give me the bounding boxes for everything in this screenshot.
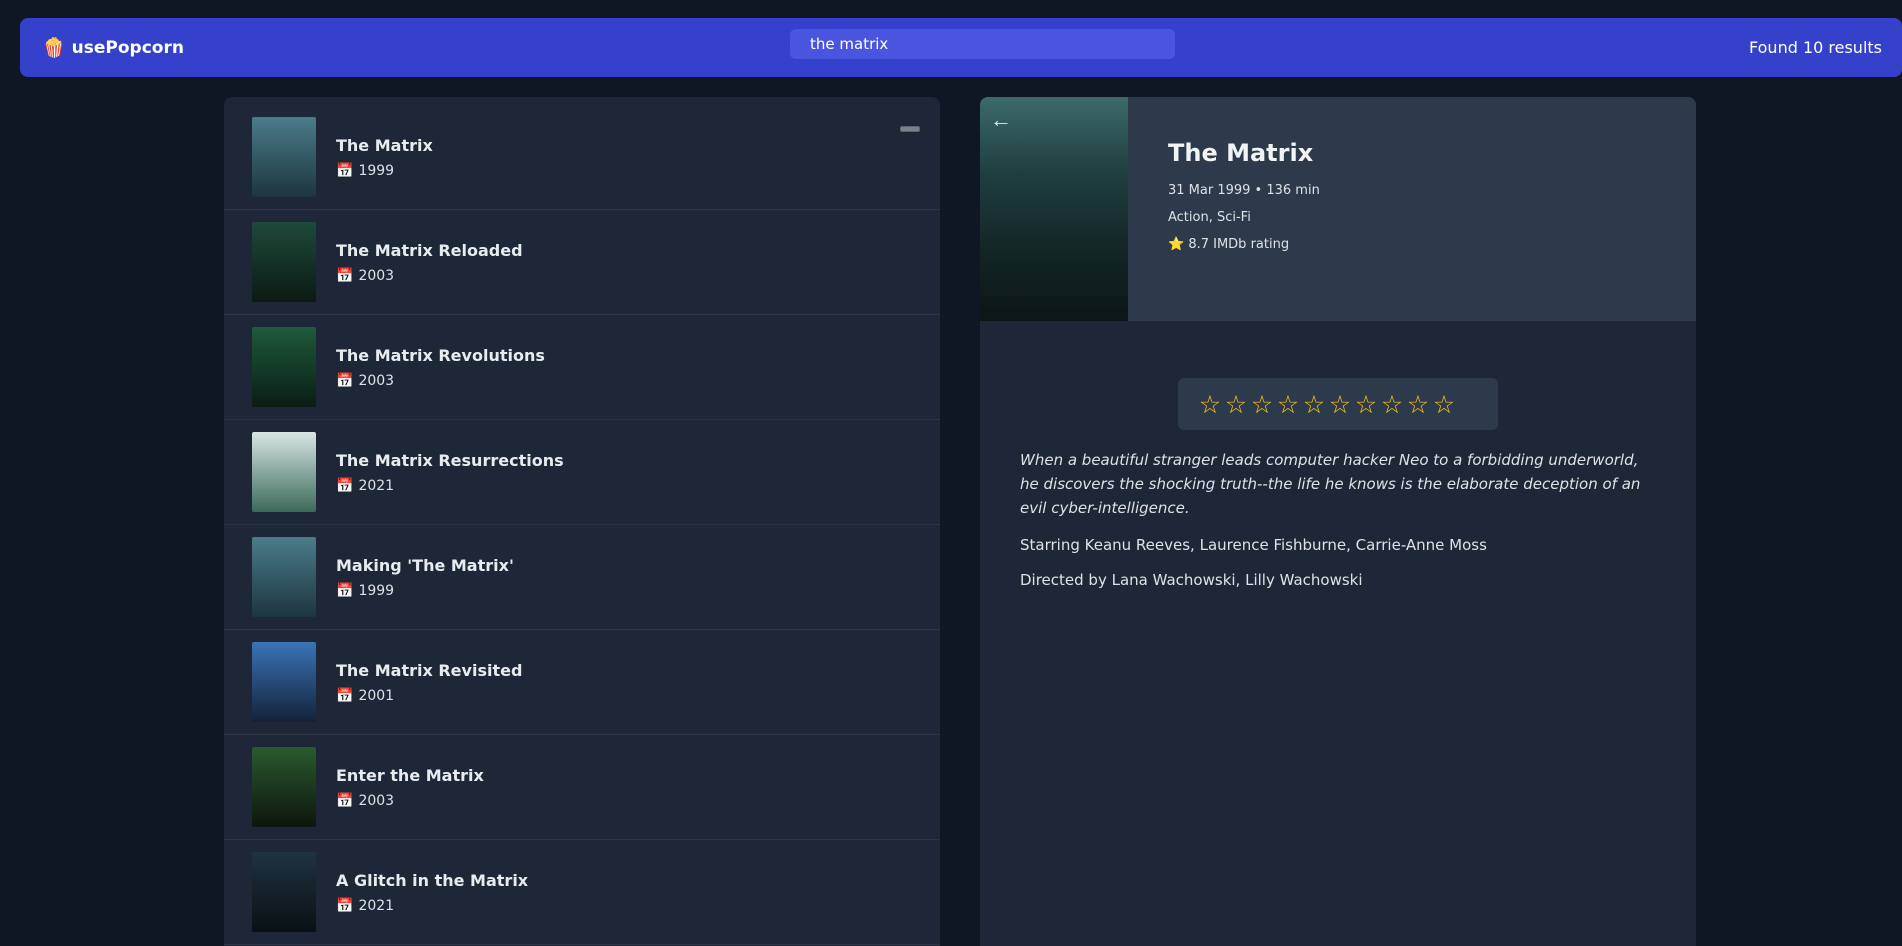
movie-year: 📅 2003 <box>336 268 523 284</box>
calendar-icon: 📅 <box>336 477 354 494</box>
star-icon[interactable]: ☆ <box>1224 392 1248 417</box>
star-icon[interactable]: ☆ <box>1276 392 1300 417</box>
details-overview: The Matrix 31 Mar 1999 • 136 min Action,… <box>1128 97 1320 321</box>
year-text: 1999 <box>358 162 395 179</box>
movie-list-item[interactable]: Making 'The Matrix' 📅 1999 <box>224 525 940 630</box>
movie-list: The Matrix 📅 1999 The Matrix Reloaded 📅 2003 T… <box>224 105 940 945</box>
movie-info: The Matrix Resurrections 📅 2021 <box>336 451 564 494</box>
navbar: 🍿 usePopcorn Found 10 results <box>20 18 1902 77</box>
movie-title: The Matrix Reloaded <box>336 240 523 260</box>
details-header: ← The Matrix 31 Mar 1999 • 136 min Actio… <box>980 97 1696 321</box>
calendar-icon: 📅 <box>336 372 354 389</box>
back-arrow-icon[interactable]: ← <box>990 107 1012 133</box>
movie-title: A Glitch in the Matrix <box>336 870 529 890</box>
star-icon[interactable]: ☆ <box>1432 392 1456 417</box>
search-input[interactable] <box>790 29 1175 59</box>
year-text: 2003 <box>358 267 395 284</box>
movie-details-box: ← The Matrix 31 Mar 1999 • 136 min Actio… <box>980 97 1696 946</box>
movie-title: Making 'The Matrix' <box>336 555 514 575</box>
movie-list-item[interactable]: Enter the Matrix 📅 2003 <box>224 735 940 840</box>
star-icon[interactable]: ☆ <box>1198 392 1222 417</box>
movie-info: The Matrix Revolutions 📅 2003 <box>336 346 545 389</box>
movie-list-item[interactable]: A Glitch in the Matrix 📅 2021 <box>224 840 940 945</box>
movie-year: 📅 2001 <box>336 688 522 704</box>
calendar-icon: 📅 <box>336 162 354 179</box>
movie-list-item[interactable]: The Matrix Resurrections 📅 2021 <box>224 420 940 525</box>
calendar-icon: 📅 <box>336 582 354 599</box>
calendar-icon: 📅 <box>336 687 354 704</box>
movie-poster: ← <box>980 97 1128 321</box>
year-text: 2003 <box>358 792 395 809</box>
year-text: 2021 <box>358 477 395 494</box>
movie-info: The Matrix Revisited 📅 2001 <box>336 661 522 704</box>
poster-thumbnail <box>252 327 316 407</box>
movie-list-item[interactable]: The Matrix 📅 1999 <box>224 105 940 210</box>
calendar-icon: 📅 <box>336 792 354 809</box>
poster-thumbnail <box>252 537 316 617</box>
star-icon[interactable]: ☆ <box>1328 392 1352 417</box>
movie-year: 📅 2003 <box>336 793 484 809</box>
movie-title: The Matrix Resurrections <box>336 450 564 470</box>
star-icon[interactable]: ☆ <box>1380 392 1404 417</box>
movie-year: 📅 2021 <box>336 898 528 914</box>
year-text: 2021 <box>358 897 395 914</box>
release-runtime: 31 Mar 1999 • 136 min <box>1168 183 1320 198</box>
poster-thumbnail <box>252 642 316 722</box>
plot: When a beautiful stranger leads computer… <box>1020 451 1641 517</box>
movie-info: A Glitch in the Matrix 📅 2021 <box>336 871 528 914</box>
calendar-icon: 📅 <box>336 267 354 284</box>
poster-thumbnail <box>252 747 316 827</box>
star-icon[interactable]: ☆ <box>1406 392 1430 417</box>
director: Directed by Lana Wachowski, Lilly Wachow… <box>1020 571 1363 589</box>
movie-info: The Matrix 📅 1999 <box>336 136 433 179</box>
popcorn-icon: 🍿 <box>42 37 66 59</box>
star-icon[interactable]: ☆ <box>1250 392 1274 417</box>
poster-thumbnail <box>252 117 316 197</box>
movie-title: The Matrix Revisited <box>336 660 523 680</box>
logo-text: usePopcorn <box>71 37 184 58</box>
movie-year: 📅 2003 <box>336 373 545 389</box>
movie-info: Enter the Matrix 📅 2003 <box>336 766 484 809</box>
movie-year: 📅 2021 <box>336 478 564 494</box>
star-icon[interactable]: ☆ <box>1354 392 1378 417</box>
cast: Starring Keanu Reeves, Laurence Fishburn… <box>1020 536 1487 554</box>
details-body: ☆ ☆ ☆ ☆ ☆ ☆ ☆ ☆ ☆ ☆ When a beautiful stranger lea… <box>980 378 1696 589</box>
results-count: Found 10 results <box>1749 38 1882 57</box>
year-text: 2003 <box>358 372 395 389</box>
movie-list-item[interactable]: The Matrix Reloaded 📅 2003 <box>224 210 940 315</box>
movie-title: The Matrix <box>336 135 433 155</box>
movie-list-item[interactable]: The Matrix Revisited 📅 2001 <box>224 630 940 735</box>
movie-title: The Matrix Revolutions <box>336 345 545 365</box>
movie-list-box[interactable]: The Matrix 📅 1999 The Matrix Reloaded 📅 2003 T… <box>224 97 940 946</box>
poster-thumbnail <box>252 222 316 302</box>
movie-year: 📅 1999 <box>336 163 433 179</box>
star-icon[interactable]: ☆ <box>1302 392 1326 417</box>
movie-info: Making 'The Matrix' 📅 1999 <box>336 556 514 599</box>
genre: Action, Sci-Fi <box>1168 210 1251 225</box>
collapse-toggle-button[interactable] <box>900 126 920 132</box>
year-text: 1999 <box>358 582 395 599</box>
imdb-rating: ⭐ 8.7 IMDb rating <box>1168 237 1290 252</box>
poster-thumbnail <box>252 852 316 932</box>
movie-year: 📅 1999 <box>336 583 514 599</box>
details-title: The Matrix <box>1168 139 1314 167</box>
calendar-icon: 📅 <box>336 897 354 914</box>
movie-list-item[interactable]: The Matrix Revolutions 📅 2003 <box>224 315 940 420</box>
star-rating: ☆ ☆ ☆ ☆ ☆ ☆ ☆ ☆ ☆ ☆ <box>1178 378 1498 430</box>
movie-info: The Matrix Reloaded 📅 2003 <box>336 241 523 284</box>
logo: 🍿 usePopcorn <box>42 36 184 59</box>
movie-title: Enter the Matrix <box>336 765 484 785</box>
year-text: 2001 <box>358 687 395 704</box>
poster-thumbnail <box>252 432 316 512</box>
